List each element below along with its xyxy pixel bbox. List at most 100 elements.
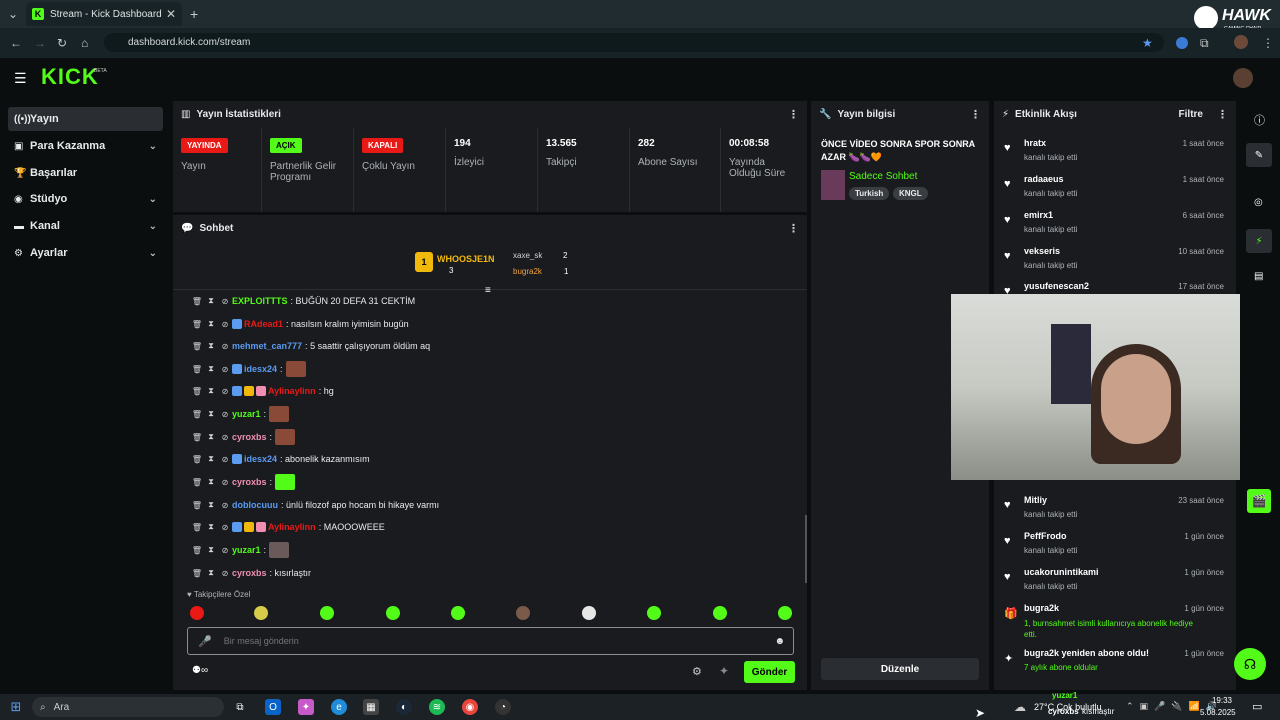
obs-icon[interactable]: ◔ (495, 699, 511, 715)
user-avatar[interactable] (1233, 68, 1253, 88)
chat-username[interactable]: idesx24 (244, 364, 277, 374)
delete-icon[interactable]: 🗑 (190, 569, 204, 578)
delete-icon[interactable]: 🗑 (190, 365, 204, 374)
ban-icon[interactable]: ⊘ (218, 342, 232, 351)
leader-name[interactable]: xaxe_sk (513, 251, 542, 260)
emote-icon[interactable] (254, 606, 268, 620)
activity-user[interactable]: ucakorunintikami (1024, 567, 1099, 577)
delete-icon[interactable]: 🗑 (190, 478, 204, 487)
browser-profile-avatar[interactable] (1234, 35, 1248, 49)
activity-user[interactable]: emirx1 (1024, 210, 1053, 220)
support-headset-icon[interactable]: ☊ (1234, 648, 1266, 680)
url-field[interactable]: dashboard.kick.com/stream (104, 33, 1164, 52)
ban-icon[interactable]: ⊘ (218, 569, 232, 578)
delete-icon[interactable]: 🗑 (190, 523, 204, 532)
outlook-icon[interactable]: O (265, 699, 281, 715)
edit-button[interactable]: Düzenle (821, 658, 979, 680)
more-options-icon[interactable]: ⋮ (970, 108, 981, 121)
emote-icon[interactable] (713, 606, 727, 620)
delete-icon[interactable]: 🗑 (190, 410, 204, 419)
emote-icon[interactable] (778, 606, 792, 620)
chat-message-input[interactable] (223, 636, 744, 646)
back-icon[interactable]: ← (10, 36, 22, 50)
activity-user[interactable]: Mitliy (1024, 495, 1047, 505)
send-button[interactable]: Gönder (744, 661, 795, 683)
sidebar-item-yayin[interactable]: ((•)) Yayın (8, 107, 163, 131)
chat-scrollbar[interactable] (805, 515, 807, 583)
filter-button[interactable]: Filtre (1179, 109, 1203, 120)
leader-name[interactable]: WHOOSJE1N (437, 254, 495, 264)
delete-icon[interactable]: 🗑 (190, 387, 204, 396)
points-icon[interactable]: ⚉∞ (192, 665, 208, 676)
sidebar-item-kanal[interactable]: ▬ Kanal ⌄ (8, 214, 163, 238)
chat-settings-icon[interactable]: ⚙ (692, 665, 702, 678)
tag-chip[interactable]: Turkish (849, 187, 890, 200)
clapperboard-icon[interactable]: 🎬 (1247, 489, 1271, 513)
emote-icon[interactable] (190, 606, 204, 620)
delete-icon[interactable]: 🗑 (190, 433, 204, 442)
delete-icon[interactable]: 🗑 (190, 342, 204, 351)
chrome-icon[interactable]: ◉ (462, 699, 478, 715)
emoji-icon[interactable]: ☻ (774, 636, 785, 647)
tag-chip[interactable]: KNGL (893, 187, 928, 200)
timeout-icon[interactable]: ⧗ (204, 296, 218, 306)
timeout-icon[interactable]: ⧗ (204, 522, 218, 532)
delete-icon[interactable]: 🗑 (190, 320, 204, 329)
timeout-icon[interactable]: ⧗ (204, 432, 218, 442)
ban-icon[interactable]: ⊘ (218, 478, 232, 487)
notifications-icon[interactable]: ▭ (1252, 700, 1262, 713)
home-icon[interactable]: ⌂ (81, 36, 88, 50)
notes-icon[interactable]: ▤ (1254, 271, 1263, 282)
copilot-icon[interactable]: ✦ (298, 699, 314, 715)
chat-username[interactable]: cyroxbs (232, 477, 267, 487)
delete-icon[interactable]: 🗑 (190, 297, 204, 306)
chat-username[interactable]: idesx24 (244, 454, 277, 464)
browser-tab[interactable]: K Stream - Kick Dashboard ✕ (26, 2, 182, 26)
emote-icon[interactable] (386, 606, 400, 620)
activity-user[interactable]: vekseris (1024, 246, 1060, 256)
ban-icon[interactable]: ⊘ (218, 501, 232, 510)
ban-icon[interactable]: ⊘ (218, 365, 232, 374)
category-thumbnail[interactable] (821, 170, 845, 200)
close-tab-icon[interactable]: ✕ (166, 7, 176, 21)
timeout-icon[interactable]: ⧗ (204, 477, 218, 487)
timeout-icon[interactable]: ⧗ (204, 500, 218, 510)
windows-start-icon[interactable]: ⊞ (8, 699, 24, 715)
activity-user[interactable]: hratx (1024, 138, 1046, 148)
browser-menu-icon[interactable]: ⋮ (1262, 36, 1274, 50)
chat-username[interactable]: cyroxbs (232, 432, 267, 442)
edge-icon[interactable]: e (331, 699, 347, 715)
sidebar-item-ayarlar[interactable]: ⚙ Ayarlar ⌄ (8, 241, 163, 265)
ban-icon[interactable]: ⊘ (218, 523, 232, 532)
timeout-icon[interactable]: ⧗ (204, 386, 218, 396)
activity-user[interactable]: radaaeus (1024, 174, 1064, 184)
reload-icon[interactable]: ↻ (57, 36, 67, 50)
timeout-icon[interactable]: ⧗ (204, 409, 218, 419)
chat-username[interactable]: yuzar1 (232, 409, 261, 419)
more-options-icon[interactable]: ⋮ (788, 222, 799, 235)
extensions-puzzle-icon[interactable]: ⧉ (1200, 36, 1209, 51)
shield-mode-icon[interactable]: ✦ (719, 664, 729, 678)
delete-icon[interactable]: 🗑 (190, 546, 204, 555)
timeout-icon[interactable]: ⧗ (204, 319, 218, 329)
forward-icon[interactable]: → (34, 36, 46, 50)
chat-username[interactable]: RAdead1 (244, 319, 283, 329)
delete-icon[interactable]: 🗑 (190, 455, 204, 464)
ban-icon[interactable]: ⊘ (218, 455, 232, 464)
ban-icon[interactable]: ⊘ (218, 387, 232, 396)
chat-username[interactable]: yuzar1 (232, 545, 261, 555)
emote-icon[interactable] (647, 606, 661, 620)
ban-icon[interactable]: ⊘ (218, 546, 232, 555)
ban-icon[interactable]: ⊘ (218, 410, 232, 419)
lightning-icon[interactable]: ⚡ (1246, 229, 1272, 253)
category-link[interactable]: Sadece Sohbet (849, 171, 917, 182)
chat-username[interactable]: doblocuuu (232, 500, 278, 510)
microphone-icon[interactable]: 🎤 (198, 635, 212, 648)
ban-icon[interactable]: ⊘ (218, 433, 232, 442)
chat-username[interactable]: Aylinaylinn (268, 386, 316, 396)
ban-icon[interactable]: ⊘ (218, 297, 232, 306)
activity-user[interactable]: bugra2k yeniden abone oldu! (1024, 648, 1149, 658)
activity-user[interactable]: bugra2k (1024, 603, 1059, 613)
chat-username[interactable]: Aylinaylinn (268, 522, 316, 532)
more-options-icon[interactable]: ⋮ (1217, 108, 1228, 121)
